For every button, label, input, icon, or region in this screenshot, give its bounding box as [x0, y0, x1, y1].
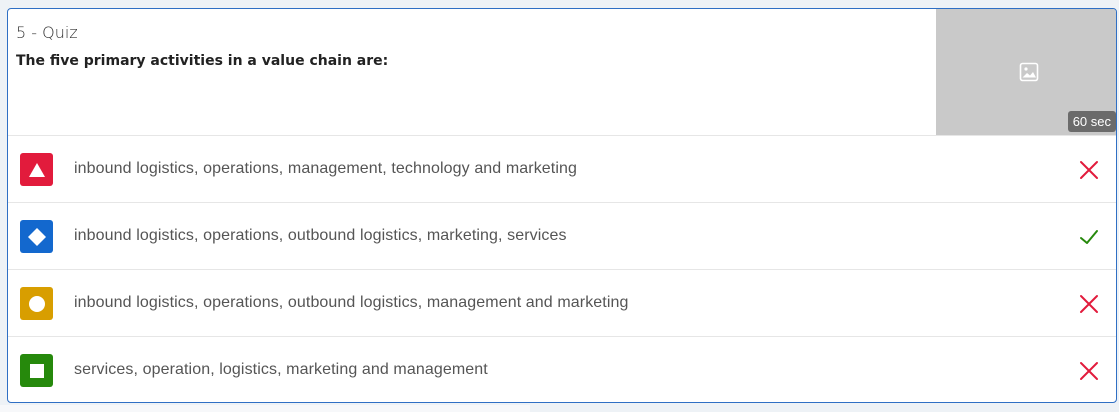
answer-option-3[interactable]: inbound logistics, operations, outbound … [8, 269, 1116, 336]
answer-shape-green [20, 354, 53, 387]
question-header: 5 - Quiz The five primary activities in … [8, 9, 1116, 135]
square-icon [29, 363, 44, 378]
answer-shape-yellow [20, 287, 53, 320]
question-media[interactable]: 60 sec [936, 9, 1116, 135]
correct-icon [1080, 230, 1098, 244]
incorrect-icon [1080, 362, 1098, 380]
answer-shape-red [20, 153, 53, 186]
answer-option-1[interactable]: inbound logistics, operations, managemen… [8, 135, 1116, 202]
triangle-icon [28, 162, 45, 177]
answer-option-4[interactable]: services, operation, logistics, marketin… [8, 336, 1116, 402]
answer-option-2[interactable]: inbound logistics, operations, outbound … [8, 202, 1116, 269]
incorrect-icon [1080, 295, 1098, 313]
answer-text: inbound logistics, operations, managemen… [74, 160, 578, 177]
answer-text: services, operation, logistics, marketin… [74, 361, 488, 378]
incorrect-icon [1080, 161, 1098, 179]
answer-text: inbound logistics, operations, outbound … [74, 227, 567, 244]
page-background-strip [0, 405, 530, 412]
question-number: 5 - Quiz [16, 23, 78, 42]
quiz-question-card: 5 - Quiz The five primary activities in … [7, 8, 1117, 403]
circle-icon [28, 295, 45, 312]
question-text: The five primary activities in a value c… [16, 53, 389, 69]
timer-badge: 60 sec [1067, 111, 1116, 132]
answer-shape-blue [20, 220, 53, 253]
answer-text: inbound logistics, operations, outbound … [74, 294, 629, 311]
image-icon [1019, 62, 1039, 82]
diamond-icon [27, 227, 46, 246]
answer-list: inbound logistics, operations, managemen… [8, 135, 1116, 402]
